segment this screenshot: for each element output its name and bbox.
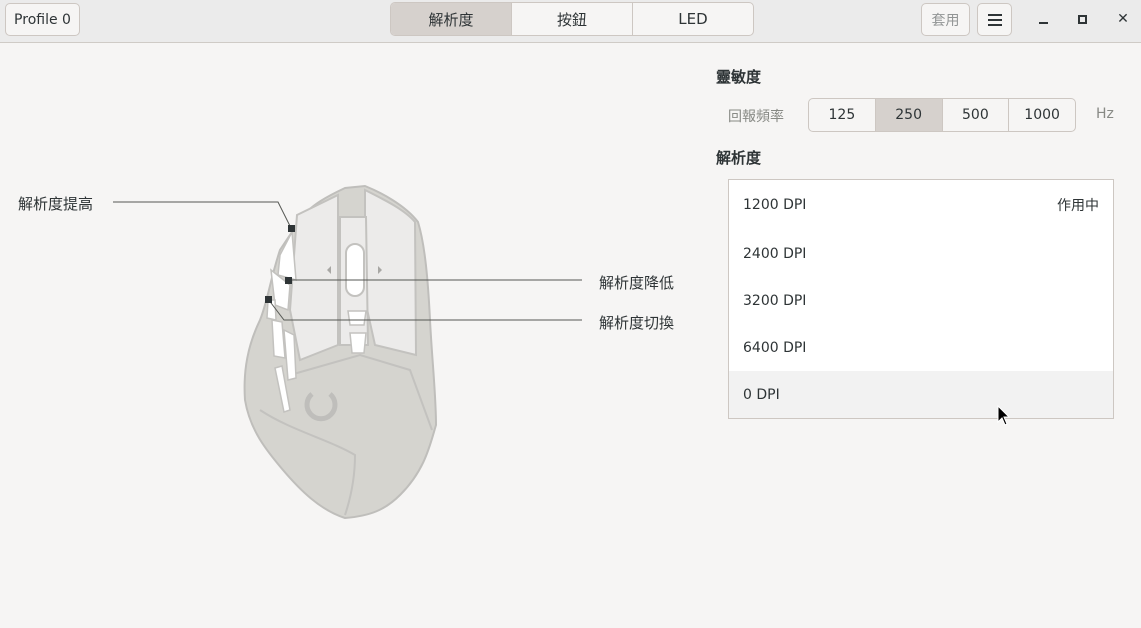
dpi-row[interactable]: 6400 DPI [729, 324, 1113, 371]
callout-resolution-up: 解析度提高 [18, 195, 94, 213]
hamburger-icon [987, 13, 1002, 26]
apply-button[interactable]: 套用 [921, 3, 970, 36]
tab-resolution[interactable]: 解析度 [391, 3, 512, 35]
dpi-row-label: 2400 DPI [743, 245, 807, 262]
rate-option-1000[interactable]: 1000 [1009, 99, 1075, 131]
active-tag: 作用中 [1057, 198, 1099, 214]
maximize-button[interactable] [1070, 8, 1094, 30]
tab-led[interactable]: LED [633, 3, 753, 35]
dpi-row[interactable]: 2400 DPI [729, 230, 1113, 277]
rate-option-250[interactable]: 250 [875, 99, 943, 131]
mouse-figure [0, 44, 700, 628]
close-button[interactable]: ✕ [1111, 8, 1135, 30]
rate-option-500[interactable]: 500 [943, 99, 1010, 131]
view-switcher: 解析度 按鈕 LED [390, 2, 754, 36]
report-rate-label: 回報頻率 [728, 109, 784, 125]
dpi-row-label: 1200 DPI [743, 197, 807, 213]
dpi-row[interactable]: 1200 DPI 作用中 [729, 180, 1113, 230]
mouse-pointer-icon [997, 405, 1011, 426]
dpi-row[interactable]: 3200 DPI [729, 277, 1113, 324]
minimize-button[interactable] [1031, 8, 1055, 30]
menu-button[interactable] [977, 3, 1012, 36]
dpi-row-label: 6400 DPI [743, 339, 807, 356]
hz-unit-label: Hz [1096, 106, 1114, 122]
dpi-row[interactable]: 0 DPI [729, 371, 1113, 418]
close-icon: ✕ [1117, 11, 1129, 27]
mouse-illustration [113, 184, 582, 520]
dpi-row-label: 0 DPI [743, 386, 780, 403]
sensitivity-title: 靈敏度 [716, 68, 762, 86]
profile-button[interactable]: Profile 0 [5, 3, 80, 36]
header-bar: Profile 0 解析度 按鈕 LED 套用 ✕ [0, 0, 1141, 43]
maximize-icon [1077, 14, 1087, 24]
callout-resolution-down: 解析度降低 [599, 274, 675, 292]
callout-resolution-switch: 解析度切換 [599, 314, 675, 332]
tab-buttons[interactable]: 按鈕 [512, 3, 633, 35]
dpi-row-label: 3200 DPI [743, 292, 807, 309]
report-rate-switcher: 125 250 500 1000 [808, 98, 1076, 132]
rate-option-125[interactable]: 125 [809, 99, 876, 131]
dpi-list: 1200 DPI 作用中 2400 DPI 3200 DPI 6400 DPI … [728, 179, 1114, 419]
resolution-title: 解析度 [716, 149, 762, 167]
minimize-icon [1038, 22, 1048, 24]
